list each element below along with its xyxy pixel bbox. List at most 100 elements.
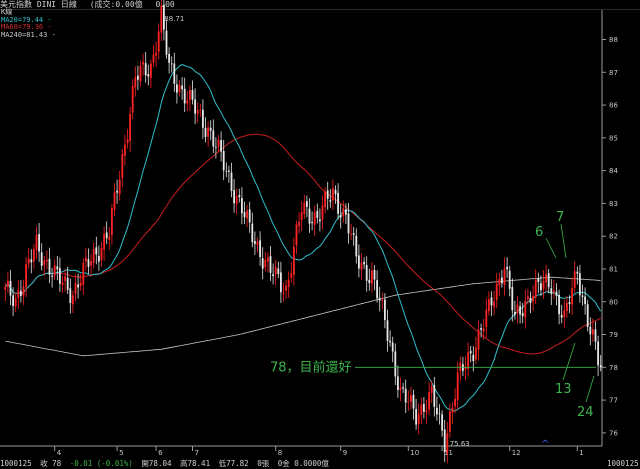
candle-body	[142, 61, 145, 65]
candle-body	[316, 210, 319, 218]
candle-body	[121, 154, 124, 178]
x-tick-label: 10	[410, 449, 419, 457]
candle-body	[256, 241, 259, 246]
candle-body	[474, 347, 477, 360]
y-tick-label: 81	[609, 265, 618, 273]
candle-body	[357, 255, 360, 269]
candle-body	[230, 172, 233, 191]
candle-body	[82, 263, 85, 285]
candle-body	[165, 30, 168, 55]
candle-body	[303, 202, 306, 214]
candle-body	[300, 212, 303, 221]
candle-body	[389, 340, 392, 343]
candle-body	[331, 188, 334, 201]
candle-body	[443, 429, 446, 453]
candle-body	[212, 130, 215, 147]
candle-body	[53, 265, 56, 276]
candle-body	[32, 249, 35, 262]
candle-body	[415, 409, 418, 425]
status-zero2: 0金 0.0000億	[277, 459, 329, 468]
candle-body	[365, 265, 368, 281]
candle-body	[448, 411, 451, 432]
x-tick-label: 7	[195, 449, 199, 457]
candle-body	[272, 274, 275, 277]
candle-body	[547, 273, 550, 288]
x-tick-label: 1	[579, 449, 583, 457]
candle-body	[402, 387, 405, 389]
candle-body	[441, 414, 444, 431]
y-tick-label: 76	[609, 429, 618, 437]
candle-body	[597, 341, 600, 366]
chart-window: 美元指數 DINI 日線 (成交:0.00億 0.00 88 87 86 85 84 83…	[0, 0, 640, 469]
y-tick-label: 87	[609, 69, 618, 77]
candle-body	[274, 266, 277, 275]
candle-body	[324, 191, 327, 207]
candle-body	[246, 210, 249, 219]
candle-body	[482, 328, 485, 332]
candle-body	[334, 189, 337, 195]
candle-body	[264, 260, 267, 268]
candle-body	[233, 189, 236, 204]
candle-body	[342, 208, 345, 217]
legend-ma240: MA240=81.43 -	[1, 30, 56, 39]
x-tick-label: 9	[343, 449, 347, 457]
y-tick-label: 82	[609, 233, 618, 241]
status-date: 1000125	[0, 459, 32, 468]
candle-body	[113, 192, 116, 210]
candle-body	[64, 276, 67, 281]
candle-body	[4, 286, 7, 290]
candle-body	[45, 259, 48, 262]
high-label: 88.71	[164, 15, 184, 23]
candle-body	[591, 329, 594, 335]
candle-body	[498, 279, 501, 286]
candle-body	[409, 395, 412, 402]
candle-body	[287, 279, 290, 288]
status-close: 收 78	[40, 459, 62, 468]
candle-body	[220, 140, 223, 152]
candle-body	[58, 268, 61, 284]
candle-body	[519, 306, 522, 315]
candle-body	[391, 342, 394, 352]
candle-body	[586, 304, 589, 327]
candle-body	[347, 213, 350, 234]
candle-body	[40, 252, 43, 266]
status-high: 高78.41	[180, 459, 211, 468]
wave-13-label: 13	[555, 382, 572, 397]
candle-body	[123, 144, 126, 156]
candle-body	[526, 296, 529, 300]
candle-body	[282, 292, 285, 294]
candle-body	[545, 274, 548, 283]
legend: K線 MA20=79.44 - MA60=79.36 - MA240=81.43…	[1, 8, 56, 39]
candle-body	[373, 270, 376, 280]
candle-body	[100, 247, 103, 261]
candle-body	[175, 84, 178, 93]
candle-body	[279, 272, 282, 293]
candle-body	[155, 52, 158, 56]
candle-body	[565, 302, 568, 311]
candle-body	[103, 234, 106, 250]
candle-body	[355, 235, 358, 257]
candle-body	[181, 85, 184, 90]
candle-body	[495, 283, 498, 300]
wave-24-pointer	[585, 375, 595, 403]
level-annotation: 78，目前還好	[270, 359, 352, 375]
wave-13-pointer	[562, 342, 576, 381]
candle-body	[552, 290, 555, 293]
candle-body	[9, 280, 12, 296]
candle-body	[438, 413, 441, 415]
candle-body	[578, 273, 581, 296]
candle-body	[118, 179, 121, 195]
candle-body	[490, 297, 493, 306]
candle-body	[500, 277, 503, 284]
low-label: 75.63	[450, 440, 470, 448]
candle-body	[74, 283, 77, 294]
candle-body	[477, 329, 480, 350]
candle-body	[376, 280, 379, 299]
candle-body	[313, 212, 316, 225]
candle-body	[485, 309, 488, 327]
price-chart[interactable]: 888786858483828180797877764 5 6 7 8 9 10 11 12 17…	[0, 0, 640, 469]
candle-body	[571, 288, 574, 305]
candle-body	[428, 392, 431, 410]
y-tick-label: 80	[609, 298, 618, 306]
status-bar: 1000125 收 78 -0.01 (-0.01%) 開78.04 高78.4…	[0, 459, 640, 469]
